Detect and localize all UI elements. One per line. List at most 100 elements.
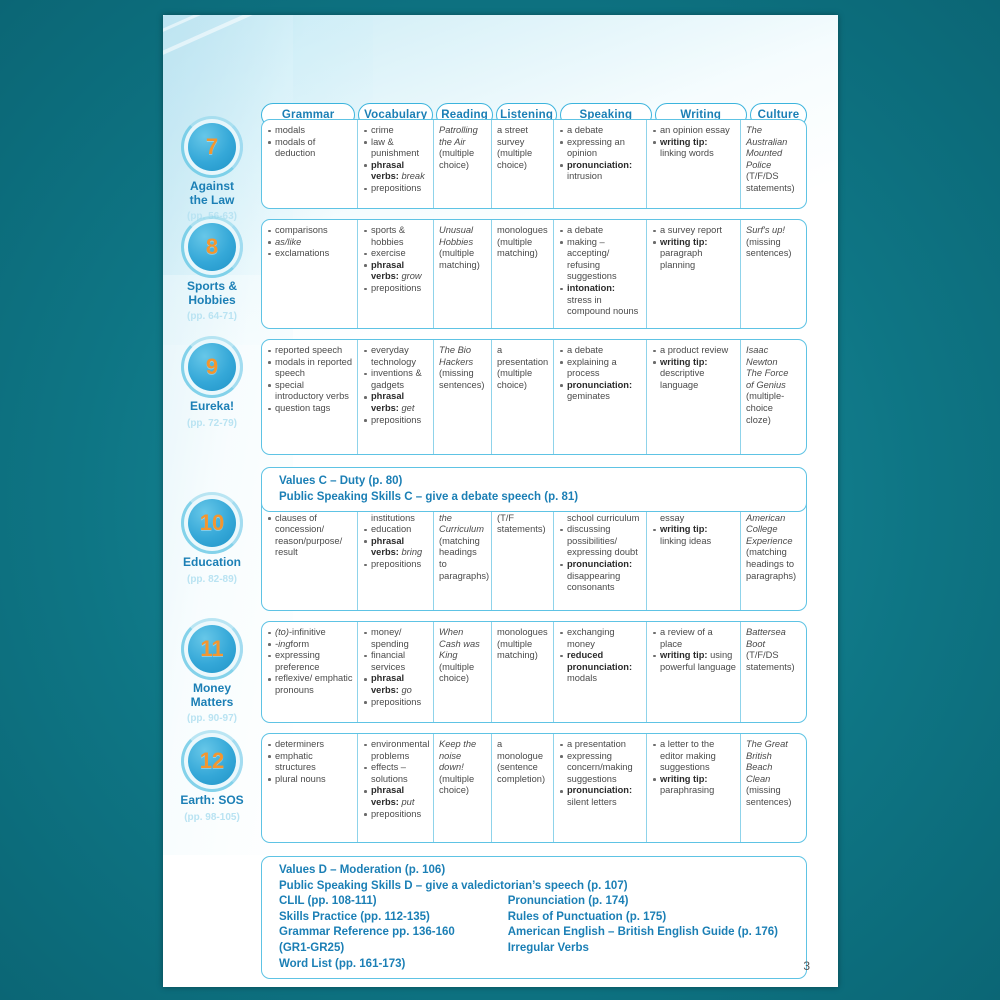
cell-culture: The Australian Mounted Police (T/F/DS sta… — [741, 120, 799, 208]
writing-list: a review of a place writing tip: using po… — [652, 627, 736, 673]
list-item: a review of a place — [652, 627, 736, 650]
culture-task: (T/F/DS statements) — [746, 171, 795, 193]
unit-number-circle-icon: 11 — [181, 618, 243, 680]
list-item: plural nouns — [267, 774, 353, 786]
values-d-left-line: CLIL (pp. 108-111) — [279, 895, 377, 908]
cell-listening: monologues (multiple matching) — [492, 220, 554, 328]
unit-number: 8 — [205, 234, 219, 259]
vocabulary-list: money/ spending financial services phrasal… — [363, 627, 429, 708]
cell-vocabulary: sports & hobbies exercise phrasal verbs: g… — [358, 220, 434, 328]
unit-number-circle-icon: 7 — [181, 116, 243, 178]
unit-badge-11: 11 Money Matters (pp. 90-97) — [163, 618, 261, 724]
values-d-right-line: Irregular Verbs — [507, 941, 589, 954]
speaking-list: a debate explaining a process pronunciatio… — [559, 345, 642, 403]
values-d-columns: CLIL (pp. 108-111) Skills Practice (pp. 1… — [279, 894, 806, 972]
speaking-list: exchanging money reduced pronunciation: m… — [559, 627, 642, 685]
values-d-line1: Values D – Moderation (p. 106) — [279, 864, 446, 876]
list-item: education — [363, 524, 429, 536]
list-item: phrasal verbs: break — [363, 160, 429, 183]
speaking-list: a debate making – accepting/ refusing sug… — [559, 225, 642, 318]
decorative-streak — [163, 15, 393, 20]
list-item: exclamations — [267, 248, 353, 260]
list-item: emphatic structures — [267, 751, 353, 774]
list-item: exercise — [363, 248, 429, 260]
culture-entry: The Great British Beach Clean (missing se… — [746, 739, 795, 809]
list-item: phrasal verbs: bring — [363, 536, 429, 559]
unit-number: 12 — [199, 748, 225, 773]
list-item: writing tip: linking words — [652, 137, 736, 160]
cell-vocabulary: everyday technology inventions & gadgets p… — [358, 340, 434, 454]
unit-title: Sports & Hobbies — [186, 279, 237, 307]
cell-writing: a review of a place writing tip: using po… — [647, 622, 741, 722]
reading-entry: Changing the Curriculum(matching heading… — [439, 501, 489, 582]
list-item: phrasal verbs: go — [363, 673, 429, 696]
cell-grammar: modals modals of deduction — [262, 120, 358, 208]
list-item: expressing concern/making suggestions — [559, 751, 642, 786]
unit-number: 11 — [200, 636, 224, 661]
culture-task: (missing sentences) — [746, 785, 792, 807]
list-item: sports & hobbies — [363, 225, 429, 248]
page-number: 3 — [803, 959, 810, 973]
values-d-left-line: Grammar Reference pp. 136-160 — [279, 926, 455, 939]
unit-number-circle-icon: 10 — [181, 492, 243, 554]
cell-reading: When Cash was King (multiple choice) — [434, 622, 492, 722]
decorative-streak — [163, 15, 342, 59]
cell-writing: a survey report writing tip: paragraph pl… — [647, 220, 741, 328]
unit-row: modals modals of deduction crime law & puni… — [261, 119, 807, 209]
list-item: writing tip: paraphrasing — [652, 774, 736, 797]
cell-vocabulary: money/ spending financial services phrasal… — [358, 622, 434, 722]
culture-task: (matching headings to paragraphs) — [746, 547, 797, 581]
culture-entry: The Australian Mounted Police (T/F/DS sta… — [746, 125, 795, 195]
list-item: phrasal verbs: get — [363, 391, 429, 414]
unit-pages: (pp. 72-79) — [186, 417, 237, 429]
culture-task: (multiple-choice cloze) — [746, 391, 785, 425]
list-item: prepositions — [363, 697, 429, 709]
grammar-list: (to)-infinitive -ingform expressing prefer… — [267, 627, 353, 697]
reading-title: Patrolling the Air — [439, 125, 478, 147]
list-item: explaining a process — [559, 357, 642, 380]
writing-list: a product review writing tip: descriptive… — [652, 345, 736, 391]
values-d-right-line: American English – British English Guide… — [507, 926, 779, 939]
grammar-list: modals modals of deduction — [267, 125, 353, 160]
reading-task: (multiple choice) — [439, 148, 475, 170]
reading-entry: The Bio Hackers (missing sentences) — [439, 345, 487, 391]
culture-title: Battersea Boot — [746, 627, 786, 649]
listening-text: monologues (multiple matching) — [497, 225, 548, 259]
listening-text: a street survey (multiple choice) — [497, 125, 533, 170]
cell-speaking: designing a school curriculumdiscussing … — [554, 496, 647, 610]
cell-culture: The Great British Beach Clean (missing se… — [741, 734, 799, 842]
cell-listening: a dialogue (T/F statements) — [492, 496, 554, 610]
cell-speaking: a debate expressing an opinion pronunciati… — [554, 120, 647, 208]
list-item: prepositions — [363, 559, 429, 571]
list-item: pronunciation: disappearing consonants — [559, 559, 642, 594]
culture-title: The Great British Beach Clean — [746, 739, 788, 784]
unit-badge-12: 12 Earth: SOS (pp. 98-105) — [163, 730, 261, 823]
list-item: modals in reported speech — [267, 357, 353, 380]
list-item: a letter to the editor making suggestion… — [652, 739, 736, 774]
grammar-list: determiners emphatic structures plural nou… — [267, 739, 353, 785]
values-d-line2: Public Speaking Skills D – give a valedi… — [279, 879, 628, 892]
list-item: financial services — [363, 650, 429, 673]
list-item: everyday technology — [363, 345, 429, 368]
cell-writing: an opinion essay writing tip: linking wor… — [647, 120, 741, 208]
unit-badge-9: 9 Eureka! (pp. 72-79) — [163, 336, 261, 429]
vocabulary-list: everyday technology inventions & gadgets p… — [363, 345, 429, 426]
list-item: as/like — [267, 237, 353, 249]
list-item: crime — [363, 125, 429, 137]
list-item: money/ spending — [363, 627, 429, 650]
list-item: reported speech — [267, 345, 353, 357]
list-item: a debate — [559, 125, 642, 137]
reading-title: The Bio Hackers — [439, 345, 474, 367]
list-item: intonation: stress in compound nouns — [559, 283, 642, 318]
cell-speaking: exchanging money reduced pronunciation: m… — [554, 622, 647, 722]
list-item: determiners — [267, 739, 353, 751]
speaking-list: designing a school curriculumdiscussing … — [559, 501, 642, 594]
list-item: expressing preference — [267, 650, 353, 673]
list-item: reflexive/ emphatic pronouns — [267, 673, 353, 696]
cell-reading: Changing the Curriculum(matching heading… — [434, 496, 492, 610]
unit-number-circle-icon: 9 — [181, 336, 243, 398]
unit-row: determiners emphatic structures plural nou… — [261, 733, 807, 843]
cell-reading: The Bio Hackers (missing sentences) — [434, 340, 492, 454]
cell-grammar: relative clausesclauses of concession/ r… — [262, 496, 358, 610]
writing-list: an opinion essay writing tip: linking wor… — [652, 125, 736, 160]
